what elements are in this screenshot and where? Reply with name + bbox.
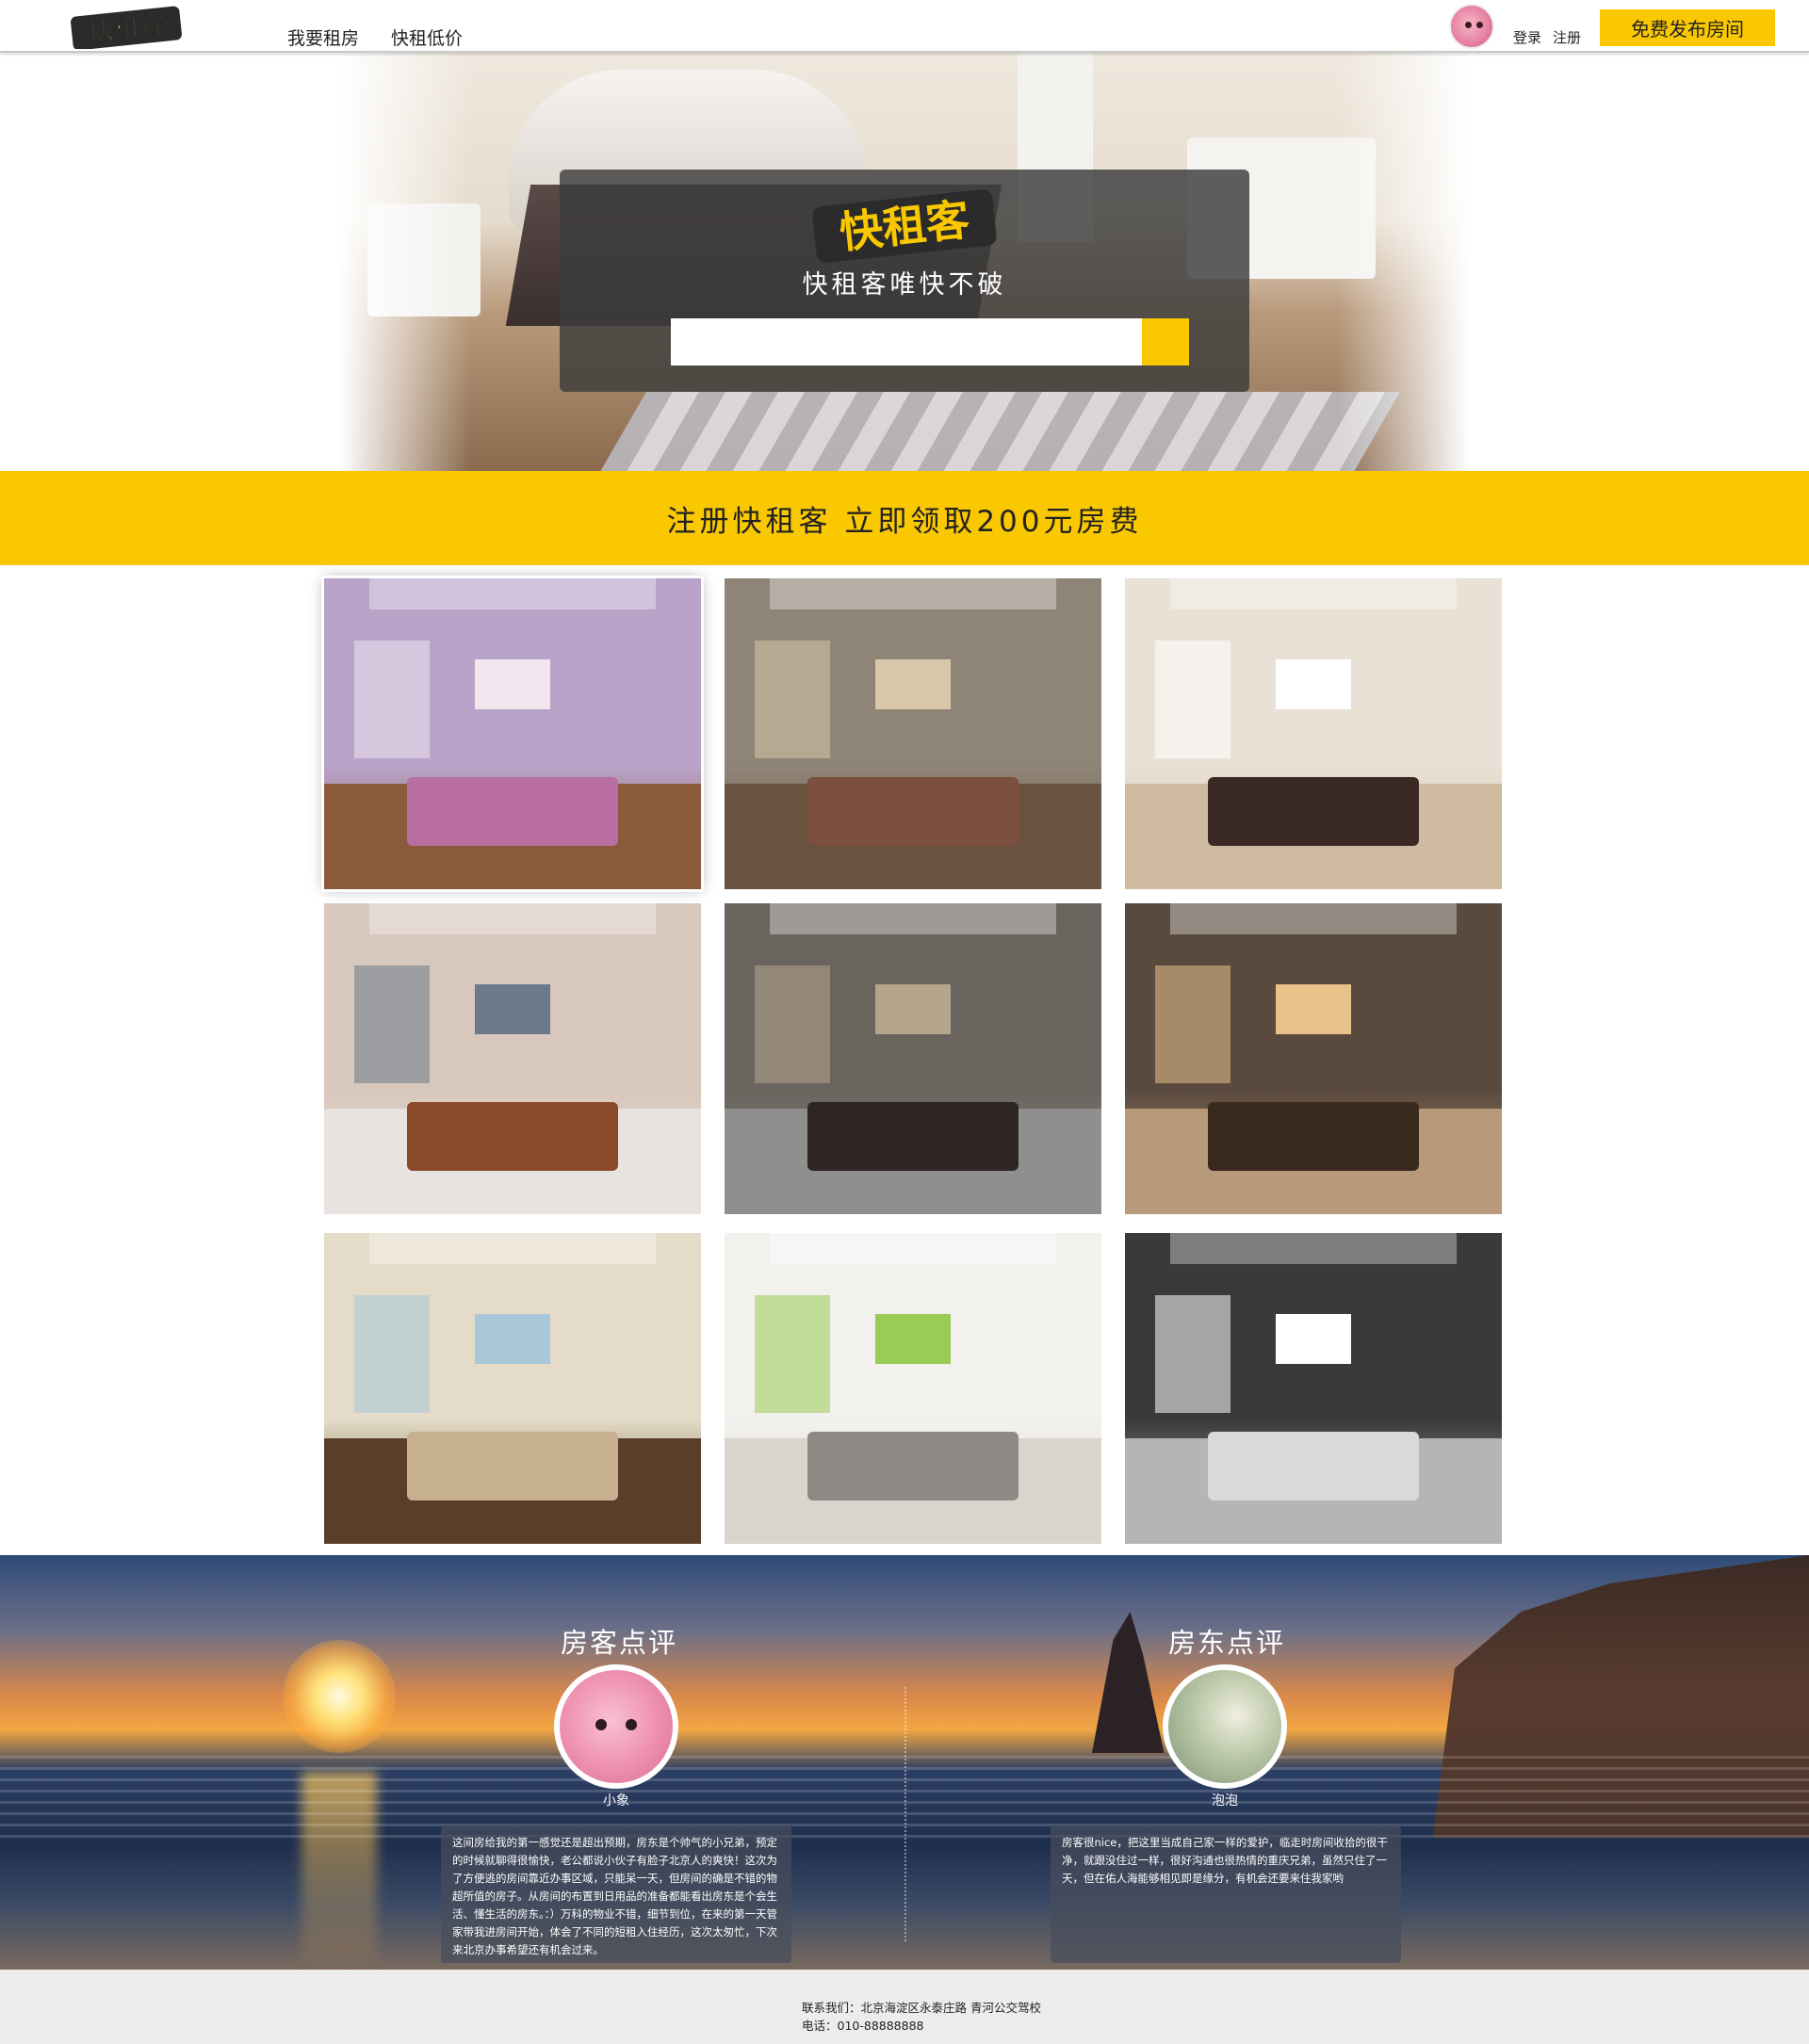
- hero-search-panel: 快租客 快租客唯快不破: [560, 170, 1249, 392]
- guest-name: 小象: [603, 1793, 629, 1809]
- room-wall-art: [875, 983, 951, 1034]
- dark-chinese-dining-photo[interactable]: [725, 903, 1101, 1214]
- room-ceiling: [1170, 903, 1457, 934]
- room-ceiling: [770, 1233, 1056, 1264]
- nav-item-low-price[interactable]: 快租低价: [391, 24, 463, 50]
- room-window: [354, 1295, 430, 1414]
- room-furniture: [407, 1102, 618, 1171]
- european-living-room-photo[interactable]: [725, 578, 1101, 889]
- promo-banner-text: 注册快租客 立即领取200元房费: [666, 504, 1143, 539]
- reviews-section: 房客点评 小象 这间房给我的第一感觉还是超出预期，房东是个帅气的小兄弟，预定的时…: [0, 1555, 1809, 1970]
- room-window: [1155, 641, 1230, 759]
- room-ceiling: [369, 903, 656, 934]
- logo-graphic: 快租客: [71, 6, 182, 51]
- user-avatar[interactable]: [1449, 4, 1494, 49]
- room-wall-art: [475, 658, 550, 709]
- main-nav: 我要租房 快租低价: [287, 24, 463, 50]
- guest-review-text: 这间房给我的第一感觉还是超出预期，房东是个帅气的小兄弟，预定的时候就聊得很愉快，…: [452, 1836, 777, 1956]
- page-footer: 联系我们：北京海淀区永泰庄路 青河公交驾校 电话：010-88888888: [0, 1970, 1809, 2044]
- site-logo[interactable]: 快租客: [68, 6, 185, 51]
- pink-bedroom-photo[interactable]: [321, 576, 704, 892]
- luxury-hallway-photo[interactable]: [1125, 903, 1502, 1214]
- register-link[interactable]: 注册: [1553, 27, 1581, 47]
- sunny-living-room-photo[interactable]: [324, 1233, 701, 1544]
- host-name: 泡泡: [1212, 1793, 1238, 1809]
- host-review-box: 房客很nice，把这里当成自己家一样的爱护，临走时房间收拾的很干净，就跟没住过一…: [1051, 1825, 1401, 1963]
- room-window: [354, 641, 430, 759]
- host-review-title: 房东点评: [1168, 1627, 1286, 1659]
- guest-avatar-eye-left: [595, 1719, 607, 1730]
- room-furniture: [407, 777, 618, 846]
- room-wall-art: [1276, 983, 1351, 1034]
- login-link[interactable]: 登录: [1513, 27, 1541, 47]
- nav-item-rent[interactable]: 我要租房: [287, 24, 359, 50]
- auth-links: 登录 注册: [1513, 27, 1581, 47]
- avatar-eye-left: [1465, 22, 1472, 28]
- room-furniture: [1208, 777, 1419, 846]
- white-living-room-photo[interactable]: [725, 1233, 1101, 1544]
- guest-avatar: [554, 1664, 678, 1789]
- room-ceiling: [770, 903, 1056, 934]
- room-wall-art: [1276, 1313, 1351, 1364]
- search-button[interactable]: [1142, 318, 1189, 365]
- room-wall-art: [475, 1313, 550, 1364]
- publish-room-button[interactable]: 免费发布房间: [1600, 9, 1775, 46]
- footer-contact: 联系我们：北京海淀区永泰庄路 青河公交驾校: [802, 2001, 1041, 2015]
- hero-rug: [597, 392, 1400, 471]
- room-furniture: [1208, 1102, 1419, 1171]
- host-review-text: 房客很nice，把这里当成自己家一样的爱护，临走时房间收拾的很干净，就跟没住过一…: [1062, 1836, 1388, 1885]
- room-gallery: [321, 576, 1502, 1549]
- room-furniture: [1208, 1432, 1419, 1501]
- avatar-eye-right: [1476, 22, 1483, 28]
- black-white-living-room-photo[interactable]: [1125, 1233, 1502, 1544]
- room-window: [755, 641, 830, 759]
- room-window: [755, 965, 830, 1084]
- sunset-sun: [283, 1640, 396, 1753]
- sea-rock: [1092, 1612, 1165, 1753]
- guest-avatar-eye-right: [626, 1719, 637, 1730]
- guest-review-box: 这间房给我的第一感觉还是超出预期，房东是个帅气的小兄弟，预定的时候就聊得很愉快，…: [441, 1825, 791, 1963]
- room-furniture: [807, 1102, 1019, 1171]
- search-input[interactable]: [671, 318, 1142, 365]
- room-wall-art: [475, 983, 550, 1034]
- hero-logo: 快租客: [807, 187, 1002, 264]
- modern-bedroom-photo[interactable]: [1125, 578, 1502, 889]
- chinese-living-room-photo[interactable]: [324, 903, 701, 1214]
- room-wall-art: [1276, 658, 1351, 709]
- room-window: [1155, 965, 1230, 1084]
- room-ceiling: [369, 1233, 656, 1264]
- room-wall-art: [875, 1313, 951, 1364]
- host-avatar: [1163, 1664, 1287, 1789]
- room-ceiling: [1170, 578, 1457, 609]
- room-ceiling: [770, 578, 1056, 609]
- promo-banner[interactable]: 注册快租客 立即领取200元房费: [0, 471, 1809, 565]
- hero-fade-right: [1338, 53, 1470, 471]
- hero-fade-left: [339, 53, 471, 471]
- hero-section: 快租客 快租客唯快不破: [0, 53, 1809, 471]
- room-furniture: [407, 1432, 618, 1501]
- room-ceiling: [1170, 1233, 1457, 1264]
- room-furniture: [807, 777, 1019, 846]
- room-wall-art: [875, 658, 951, 709]
- top-header: 快租客 我要租房 快租低价 登录 注册 免费发布房间: [0, 0, 1809, 53]
- room-window: [755, 1295, 830, 1414]
- guest-review-title: 房客点评: [561, 1627, 678, 1659]
- footer-phone: 电话：010-88888888: [802, 2019, 924, 2033]
- room-furniture: [807, 1432, 1019, 1501]
- room-ceiling: [369, 578, 656, 609]
- room-window: [1155, 1295, 1230, 1414]
- reviews-divider: [904, 1687, 906, 1941]
- hero-logo-graphic: 快租客: [812, 189, 997, 263]
- room-window: [354, 965, 430, 1084]
- hero-slogan: 快租客唯快不破: [802, 270, 1007, 300]
